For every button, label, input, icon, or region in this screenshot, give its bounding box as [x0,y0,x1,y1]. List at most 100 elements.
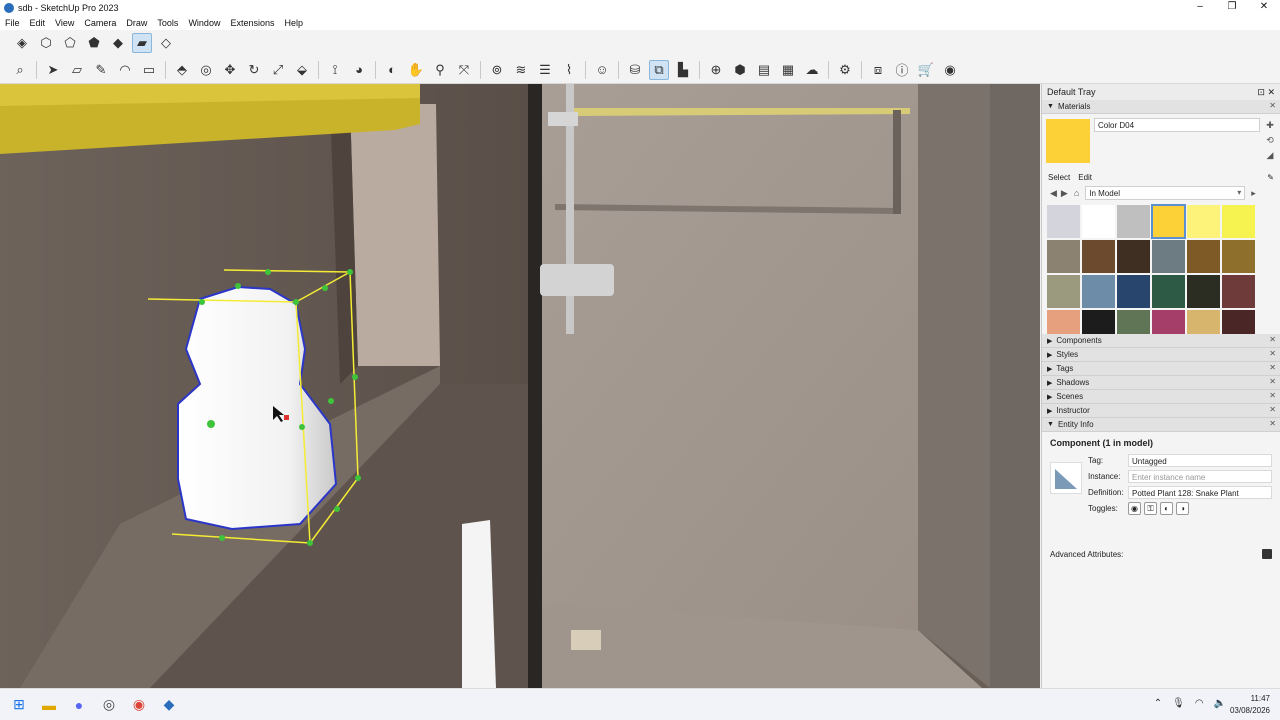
select-tool-icon[interactable]: ➤ [43,60,63,80]
material-swatch[interactable] [1187,240,1220,273]
add-location-icon[interactable]: ⊕ [706,60,726,80]
close-icon[interactable]: ✕ [1269,335,1276,344]
close-icon[interactable]: ✕ [1269,419,1276,428]
pan-tool-icon[interactable]: ✋ [406,60,426,80]
xray-style-icon[interactable]: ◈ [12,33,32,53]
github-icon[interactable]: ◎ [98,694,120,716]
material-swatch[interactable] [1082,275,1115,308]
file-explorer-icon[interactable]: ▬ [38,694,60,716]
close-icon[interactable]: ✕ [1269,363,1276,372]
wireframe-style-icon[interactable]: ⬠ [60,33,80,53]
material-swatch[interactable] [1222,240,1255,273]
material-swatch[interactable] [1047,205,1080,238]
info-icon[interactable]: ⓘ [892,60,912,80]
menu-extensions[interactable]: Extensions [225,18,279,28]
tab-select[interactable]: Select [1048,173,1070,182]
restore-button[interactable]: ❐ [1216,0,1248,15]
menu-draw[interactable]: Draw [121,18,152,28]
discord-icon[interactable]: ● [68,694,90,716]
material-swatch[interactable] [1152,310,1185,334]
panel-shadows[interactable]: ▶ Shadows ✕ [1042,376,1280,390]
move-tool-icon[interactable]: ✥ [220,60,240,80]
paint-bucket-tool-icon[interactable]: ◕ [349,60,369,80]
sandbox-icon[interactable]: ⌇ [559,60,579,80]
components-icon[interactable]: ⧉ [649,59,669,80]
tag-dropdown[interactable]: Untagged [1128,453,1272,467]
material-swatch[interactable] [1187,205,1220,238]
visibility-toggle-icon[interactable]: ◉ [1128,501,1141,515]
shaded-textures-style-icon[interactable]: ▰ [132,33,152,53]
forward-icon[interactable]: ▶ [1061,188,1068,199]
wifi-icon[interactable]: ◠ [1195,698,1204,709]
microphone-icon[interactable]: 🎙 [1172,698,1185,709]
menu-window[interactable]: Window [183,18,225,28]
account-icon[interactable]: ☺ [592,60,612,80]
volume-icon[interactable]: 🔈 [1214,698,1226,709]
reset-material-icon[interactable]: ⟲ [1264,133,1276,148]
material-swatch[interactable] [1117,310,1150,334]
instance-name-input[interactable]: Enter instance name [1128,469,1272,483]
create-material-icon[interactable]: ✚ [1264,118,1276,133]
panel-components[interactable]: ▶ Components ✕ [1042,334,1280,348]
menu-view[interactable]: View [50,18,79,28]
model-info-icon[interactable]: ▤ [754,60,774,80]
warehouse-icon[interactable]: ⛁ [625,60,645,80]
material-swatch[interactable] [1187,275,1220,308]
receive-shadows-toggle-icon[interactable]: ◑ [1176,501,1189,515]
advanced-attributes-lock-icon[interactable] [1262,549,1272,559]
material-swatch[interactable] [1187,310,1220,334]
close-button[interactable]: ✕ [1248,0,1280,15]
eraser-tool-icon[interactable]: ▱ [67,60,87,80]
panel-materials[interactable]: ▼ Materials ✕ [1042,100,1280,114]
material-swatch[interactable] [1117,275,1150,308]
rectangle-tool-icon[interactable]: ▭ [139,60,159,80]
menu-tools[interactable]: Tools [152,18,183,28]
offset-tool-icon[interactable]: ◎ [196,60,216,80]
scale-tool-icon[interactable]: ⤢ [268,60,288,80]
user-profile-icon[interactable]: ◉ [940,60,960,80]
push-pull-tool-icon[interactable]: ⬘ [172,60,192,80]
monochrome-style-icon[interactable]: ◇ [156,33,176,53]
minimize-button[interactable]: – [1184,0,1216,15]
zoom-extents-tool-icon[interactable]: ⤧ [454,60,474,80]
home-icon[interactable]: ⌂ [1074,188,1079,198]
material-swatch[interactable] [1117,205,1150,238]
lock-toggle-icon[interactable]: ⚿ [1144,501,1157,515]
material-swatch[interactable] [1151,204,1186,239]
windows-start-icon[interactable]: ⊞ [8,694,30,716]
cloud-icon[interactable]: ☁ [802,60,822,80]
outliner-icon[interactable]: ▙ [673,60,693,80]
chevron-up-icon[interactable]: ⌃ [1154,698,1162,709]
menu-file[interactable]: File [0,18,25,28]
close-icon[interactable]: ✕ [1269,405,1276,414]
material-arrow-icon[interactable]: ◢ [1264,148,1276,163]
zoom-tool-icon[interactable]: ⚲ [430,60,450,80]
panel-scenes[interactable]: ▶ Scenes ✕ [1042,390,1280,404]
model-viewport[interactable] [0,84,1040,688]
material-swatch[interactable] [1222,205,1255,238]
panel-entity-info[interactable]: ▼ Entity Info ✕ [1042,418,1280,432]
material-swatch[interactable] [1222,275,1255,308]
library-dropdown[interactable]: In Model [1085,186,1246,200]
geo-location-icon[interactable]: ⬢ [730,60,750,80]
follow-me-tool-icon[interactable]: ⬙ [292,60,312,80]
solid-tools-icon[interactable]: ≋ [511,60,531,80]
close-icon[interactable]: ✕ [1269,349,1276,358]
material-swatch[interactable] [1047,310,1080,334]
close-icon[interactable]: ✕ [1269,391,1276,400]
sketchup-taskbar-icon[interactable]: ◆ [158,694,180,716]
hidden-line-style-icon[interactable]: ⬟ [84,33,104,53]
current-material-swatch[interactable] [1046,119,1090,163]
scenes-icon[interactable]: ⧈ [868,60,888,80]
orbit-tool-icon[interactable]: ◐ [382,60,402,80]
search-icon[interactable]: ⌕ [10,60,30,80]
line-tool-icon[interactable]: ✎ [91,60,111,80]
chrome-icon[interactable]: ◉ [128,694,150,716]
scene-canvas[interactable] [0,84,1040,688]
extension-warehouse-icon[interactable]: 🛒 [916,60,936,80]
system-clock[interactable]: 11:47 03/08/2026 [1230,693,1270,717]
material-swatch[interactable] [1082,240,1115,273]
materials-icon[interactable]: ▦ [778,60,798,80]
material-swatch[interactable] [1082,310,1115,334]
close-icon[interactable]: ✕ [1269,377,1276,386]
